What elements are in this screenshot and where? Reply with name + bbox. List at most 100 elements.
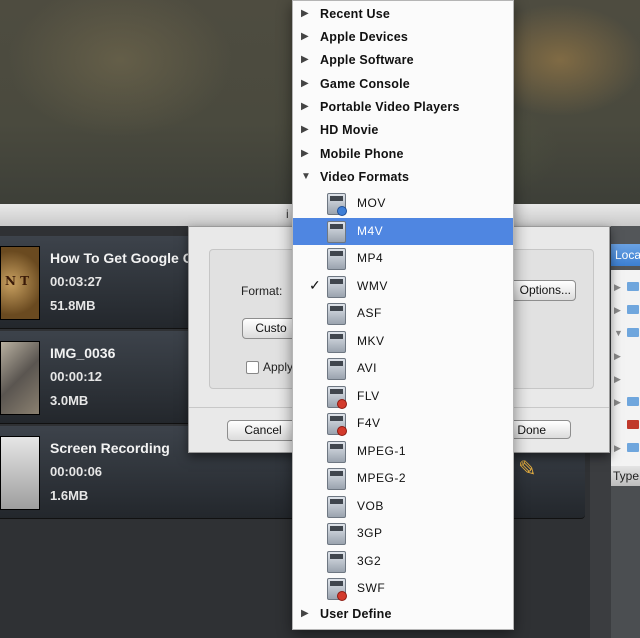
disclosure-icon[interactable]: ▶ xyxy=(614,282,621,293)
format-item-wmv[interactable]: ✓ WMV xyxy=(293,273,513,300)
menu-item-hd-movie[interactable]: ▶ HD Movie xyxy=(293,119,513,143)
disclosure-icon[interactable]: ▶ xyxy=(614,443,621,454)
format-item-3g2[interactable]: 3G2 xyxy=(293,548,513,575)
menu-item-mobile-phone[interactable]: ▶ Mobile Phone xyxy=(293,143,513,167)
triangle-right-icon: ▶ xyxy=(301,124,309,135)
format-item-f4v[interactable]: F4V xyxy=(293,410,513,437)
file-duration: 00:03:27 xyxy=(50,274,103,289)
format-label: MKV xyxy=(357,334,385,348)
type-column xyxy=(611,486,640,638)
menu-item-label: Mobile Phone xyxy=(320,147,404,161)
triangle-right-icon: ▶ xyxy=(301,31,309,42)
folder-icon[interactable] xyxy=(627,282,639,291)
swf-file-icon xyxy=(327,578,347,601)
format-label: MOV xyxy=(357,196,386,210)
menu-item-user-define[interactable]: ▶ User Define xyxy=(293,603,513,627)
menu-item-game-console[interactable]: ▶ Game Console xyxy=(293,73,513,97)
checkmark-icon: ✓ xyxy=(309,277,321,293)
type-column-header[interactable]: Type xyxy=(611,466,640,486)
3g2-file-icon xyxy=(327,551,346,573)
format-item-asf[interactable]: ASF xyxy=(293,300,513,327)
menu-item-label: Apple Devices xyxy=(320,30,409,44)
triangle-right-icon: ▶ xyxy=(301,608,309,619)
triangle-right-icon: ▶ xyxy=(301,148,309,159)
cancel-button[interactable]: Cancel xyxy=(227,420,299,441)
menu-item-label: Game Console xyxy=(320,77,410,91)
menu-item-apple-software[interactable]: ▶ Apple Software xyxy=(293,49,513,73)
apply-label: Apply xyxy=(263,360,294,374)
triangle-down-icon: ▼ xyxy=(301,171,311,182)
triangle-right-icon: ▶ xyxy=(301,101,309,112)
file-size: 1.6MB xyxy=(50,488,89,503)
folder-icon[interactable] xyxy=(627,305,639,314)
format-item-vob[interactable]: VOB xyxy=(293,493,513,520)
format-label: FLV xyxy=(357,389,380,403)
disclosure-icon[interactable]: ▼ xyxy=(614,328,623,338)
format-item-mpeg-1[interactable]: MPEG-1 xyxy=(293,438,513,465)
3gp-file-icon xyxy=(327,523,346,545)
asf-file-icon xyxy=(327,303,346,325)
format-item-avi[interactable]: AVI xyxy=(293,355,513,382)
file-size: 3.0MB xyxy=(50,393,89,408)
apply-checkbox[interactable] xyxy=(246,361,259,374)
menu-item-apple-devices[interactable]: ▶ Apple Devices xyxy=(293,26,513,50)
vob-file-icon xyxy=(327,496,346,518)
pencil-icon[interactable]: ✎ xyxy=(518,456,536,482)
format-label: 3G2 xyxy=(357,554,382,568)
menu-item-portable-video-players[interactable]: ▶ Portable Video Players xyxy=(293,96,513,120)
menu-item-video-formats[interactable]: ▼ Video Formats xyxy=(293,166,513,190)
video-thumbnail xyxy=(0,436,40,510)
format-item-mpeg-2[interactable]: MPEG-2 xyxy=(293,465,513,492)
format-item-flv[interactable]: FLV xyxy=(293,383,513,410)
location-panel: Loca ▶ ▶ ▼ ▶ ▶ ▶ ▶ Type xyxy=(611,226,640,638)
menu-item-recent-use[interactable]: ▶ Recent Use xyxy=(293,3,513,27)
format-label: MPEG-1 xyxy=(357,444,407,458)
f4v-file-icon xyxy=(327,413,347,436)
format-item-mkv[interactable]: MKV xyxy=(293,328,513,355)
mov-file-icon xyxy=(327,193,347,216)
disclosure-icon[interactable]: ▶ xyxy=(614,397,621,408)
format-label: M4V xyxy=(357,224,384,238)
mpeg1-file-icon xyxy=(327,441,346,463)
format-label: SWF xyxy=(357,581,386,595)
video-thumbnail xyxy=(0,341,40,415)
m4v-file-icon xyxy=(327,221,346,243)
format-popup-menu: ▶ Recent Use ▶ Apple Devices ▶ Apple Softwa… xyxy=(292,0,514,630)
format-item-swf[interactable]: SWF xyxy=(293,575,513,602)
menu-item-label: Video Formats xyxy=(320,170,410,184)
disclosure-icon[interactable]: ▶ xyxy=(614,374,621,385)
file-duration: 00:00:06 xyxy=(50,464,103,479)
menu-item-label: HD Movie xyxy=(320,123,379,137)
triangle-right-icon: ▶ xyxy=(301,78,309,89)
folder-icon[interactable] xyxy=(627,443,639,452)
disclosure-icon[interactable]: ▶ xyxy=(614,351,621,362)
format-label: Format: xyxy=(241,284,283,298)
wmv-file-icon xyxy=(327,276,346,298)
menu-item-label: Recent Use xyxy=(320,7,391,21)
triangle-right-icon: ▶ xyxy=(301,8,309,19)
mp4-file-icon xyxy=(327,248,346,270)
mkv-file-icon xyxy=(327,331,346,353)
format-item-mov[interactable]: MOV xyxy=(293,190,513,217)
format-label: ASF xyxy=(357,306,382,320)
video-thumbnail: N T xyxy=(0,246,40,320)
triangle-right-icon: ▶ xyxy=(301,54,309,65)
format-label: 3GP xyxy=(357,526,383,540)
window-title: i xyxy=(286,207,289,221)
avi-file-icon xyxy=(327,358,346,380)
menu-item-label: User Define xyxy=(320,607,392,621)
mpeg2-file-icon xyxy=(327,468,346,490)
folder-icon[interactable] xyxy=(627,397,639,406)
format-label: VOB xyxy=(357,499,384,513)
format-label: MPEG-2 xyxy=(357,471,407,485)
file-size: 51.8MB xyxy=(50,298,96,313)
location-header[interactable]: Loca xyxy=(611,244,640,266)
app-icon[interactable] xyxy=(627,420,639,429)
folder-icon[interactable] xyxy=(627,328,639,337)
format-item-3gp[interactable]: 3GP xyxy=(293,520,513,547)
format-item-mp4[interactable]: MP4 xyxy=(293,245,513,272)
disclosure-icon[interactable]: ▶ xyxy=(614,305,621,316)
format-item-m4v[interactable]: M4V xyxy=(293,218,513,245)
file-name: Screen Recording xyxy=(50,440,170,456)
menu-item-label: Apple Software xyxy=(320,53,414,67)
